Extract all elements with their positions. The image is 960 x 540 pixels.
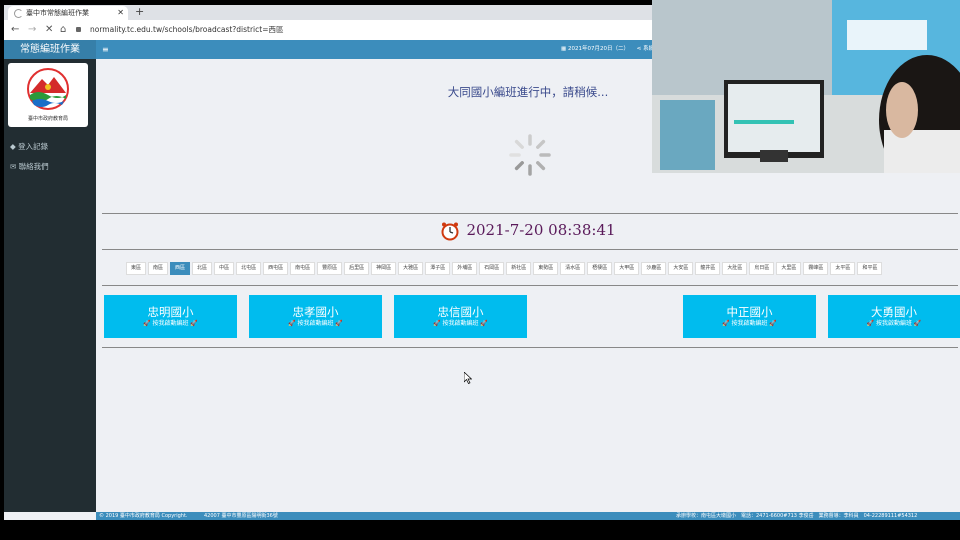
school-name: 中正國小 <box>726 305 773 319</box>
district-tab[interactable]: 新社區 <box>506 262 532 275</box>
footer-contact: 承辦學校：南屯區大墩國小 電話：2471-6600#713 李俊岳 業務督導：李… <box>676 513 918 519</box>
close-tab-icon[interactable]: ✕ <box>117 6 124 20</box>
share-icon: ⋖ <box>636 46 642 52</box>
district-tab[interactable]: 大甲區 <box>614 262 640 275</box>
district-tab[interactable]: 后里區 <box>344 262 370 275</box>
menu-toggle-icon[interactable]: ≡ <box>102 40 109 59</box>
district-tab[interactable]: 西區 <box>170 262 191 275</box>
home-icon[interactable]: ⌂ <box>60 23 66 37</box>
school-name: 忠明國小 <box>147 305 194 319</box>
district-tab[interactable]: 石岡區 <box>479 262 505 275</box>
tab-title: 臺中市常態編班作業 <box>26 9 89 17</box>
district-tab[interactable]: 太平區 <box>830 262 856 275</box>
divider <box>102 347 958 348</box>
district-filter: 東區 南區 西區 北區 中區 北屯區 西屯區 南屯區 豐原區 后里區 神岡區 大雅區 潭子區 外埔區 石岡區… <box>126 262 884 275</box>
camera-feed-image <box>652 0 960 173</box>
district-tab[interactable]: 中區 <box>214 262 235 275</box>
district-tab[interactable]: 南屯區 <box>290 262 316 275</box>
district-tab[interactable]: 大安區 <box>668 262 694 275</box>
browser-tab[interactable]: 臺中市常態編班作業 ✕ <box>8 6 128 20</box>
forward-icon[interactable]: → <box>28 23 36 37</box>
footer-address: 42007 臺中市豐原區陽明街36號 <box>204 513 278 519</box>
header-date: 2021年07月20日（二） <box>567 46 629 52</box>
district-tab[interactable]: 潭子區 <box>425 262 451 275</box>
school-status: 🚀 按我啟動編班 🚀 <box>288 320 343 327</box>
district-tab[interactable]: 北區 <box>192 262 213 275</box>
district-tab[interactable]: 東區 <box>126 262 147 275</box>
mouse-cursor-icon <box>464 372 472 384</box>
url-text: normality.tc.edu.tw/schools/broadcast?di… <box>90 25 284 34</box>
district-tab[interactable]: 東勢區 <box>533 262 559 275</box>
divider <box>102 249 958 250</box>
school-status: 🚀 按我啟動編班 🚀 <box>722 320 777 327</box>
webcam-overlay <box>652 0 960 173</box>
school-status: 🚀 按我啟動編班 🚀 <box>143 320 198 327</box>
app-brand[interactable]: 常態編班作業 <box>4 40 96 59</box>
school-button-dayong[interactable]: 大勇國小 🚀 按我啟動編班 🚀 <box>828 295 960 338</box>
school-button-zhongxin[interactable]: 忠信國小 🚀 按我啟動編班 🚀 <box>394 295 527 338</box>
district-tab[interactable]: 外埔區 <box>452 262 478 275</box>
clock-time: 2021-7-20 08:38:41 <box>466 221 616 239</box>
district-tab[interactable]: 沙鹿區 <box>641 262 667 275</box>
district-tab[interactable]: 南區 <box>148 262 169 275</box>
school-button-zhongxiao[interactable]: 忠孝國小 🚀 按我啟動編班 🚀 <box>249 295 382 338</box>
school-status: 🚀 按我啟動編班 🚀 <box>866 320 922 327</box>
district-tab[interactable]: 龍井區 <box>695 262 721 275</box>
stop-icon[interactable]: ✕ <box>45 23 53 37</box>
district-tab[interactable]: 大雅區 <box>398 262 424 275</box>
sidebar-item-label: 登入記錄 <box>18 142 49 151</box>
new-tab-button[interactable]: + <box>135 5 144 19</box>
lock-icon <box>76 27 81 32</box>
district-tab[interactable]: 霧峰區 <box>803 262 829 275</box>
divider <box>102 213 958 214</box>
envelope-icon: ✉ <box>10 162 17 171</box>
sidebar-item-label: 聯絡我們 <box>18 162 49 171</box>
school-name: 大勇國小 <box>871 305 917 319</box>
district-tab[interactable]: 和平區 <box>857 262 883 275</box>
district-tab[interactable]: 神岡區 <box>371 262 397 275</box>
school-status: 🚀 按我啟動編班 🚀 <box>433 320 488 327</box>
district-tab[interactable]: 豐原區 <box>317 262 343 275</box>
calendar-icon: ▦ <box>561 46 567 52</box>
bureau-logo: 臺中市政府教育局 <box>8 63 88 127</box>
district-tab[interactable]: 烏日區 <box>749 262 775 275</box>
school-button-zhongzheng[interactable]: 中正國小 🚀 按我啟動編班 🚀 <box>683 295 816 338</box>
district-tab[interactable]: 大肚區 <box>722 262 748 275</box>
school-name: 忠孝國小 <box>292 305 339 319</box>
school-name: 忠信國小 <box>437 305 484 319</box>
logo-caption: 臺中市政府教育局 <box>27 116 68 122</box>
clock: 2021-7-20 08:38:41 <box>96 219 960 241</box>
tag-icon: ◆ <box>10 142 16 151</box>
loading-spinner-icon <box>509 134 551 176</box>
divider <box>102 285 958 286</box>
district-tab[interactable]: 北屯區 <box>236 262 262 275</box>
district-tab[interactable]: 梧棲區 <box>587 262 613 275</box>
district-tab[interactable]: 大里區 <box>776 262 802 275</box>
back-icon[interactable]: ← <box>11 23 19 37</box>
sidebar-item-contact[interactable]: ✉ 聯絡我們 <box>10 161 49 173</box>
logo-emblem-icon <box>27 68 69 110</box>
footer-copyright: © 2019 臺中市政府教育局 Copyright. <box>99 513 188 519</box>
alarm-clock-icon <box>441 222 459 241</box>
sidebar: 臺中市政府教育局 ◆ 登入記錄 ✉ 聯絡我們 <box>4 59 96 512</box>
district-tab[interactable]: 清水區 <box>560 262 586 275</box>
loading-icon <box>14 9 23 18</box>
district-tab[interactable]: 西屯區 <box>263 262 289 275</box>
school-button-zhongming[interactable]: 忠明國小 🚀 按我啟動編班 🚀 <box>104 295 237 338</box>
url-input[interactable]: normality.tc.edu.tw/schools/broadcast?di… <box>76 23 636 37</box>
header-right: ▦ 2021年07月20日（二） ⋖ 系統說明 <box>561 40 665 59</box>
footer: © 2019 臺中市政府教育局 Copyright. 42007 臺中市豐原區陽… <box>96 512 960 520</box>
sidebar-item-login-records[interactable]: ◆ 登入記錄 <box>10 141 48 153</box>
